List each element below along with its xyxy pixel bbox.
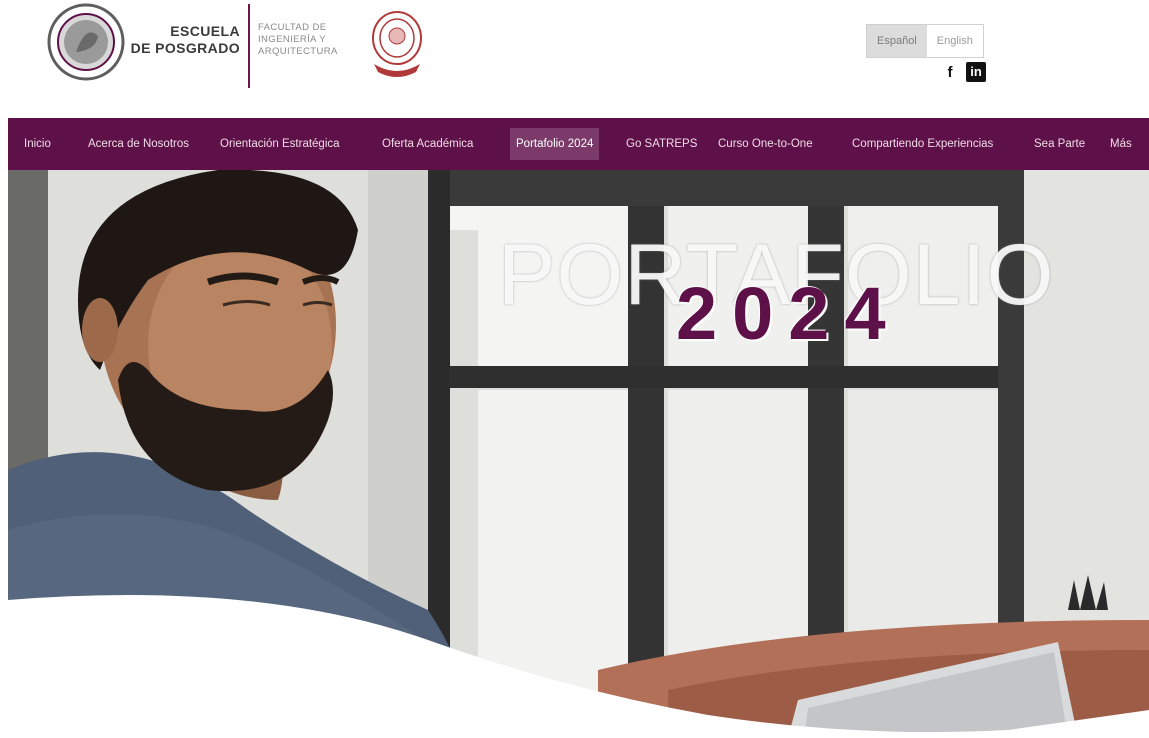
faculty-line-3: ARQUITECTURA [258,46,338,57]
hero-year: 2024 [676,272,901,355]
escuela-posgrado-seal-logo[interactable] [46,2,126,82]
nav-item-mas[interactable]: Más [1104,128,1138,160]
hero-banner: PORTAFOLIO 2024 [8,170,1149,738]
nav-item-sea-parte[interactable]: Sea Parte [1028,128,1091,160]
linkedin-icon[interactable]: in [966,62,986,82]
main-navigation: Inicio Acerca de Nosotros Orientación Es… [8,118,1149,170]
nav-item-inicio[interactable]: Inicio [18,128,57,160]
faculty-line-1: FACULTAD DE [258,22,327,33]
site-header: ESCUELA DE POSGRADO FACULTAD DE INGENIER… [0,0,1149,118]
university-crest-logo[interactable] [366,8,428,80]
language-switcher: Español English [866,24,984,58]
nav-item-portafolio[interactable]: Portafolio 2024 [510,128,600,160]
nav-item-one-to-one[interactable]: Curso One-to-One [712,128,819,160]
lang-english-button[interactable]: English [927,25,983,57]
nav-item-orientacion[interactable]: Orientación Estratégica [214,128,346,160]
nav-item-compartiendo[interactable]: Compartiendo Experiencias [846,128,999,160]
brand-line-2: DE POSGRADO [130,40,240,56]
faculty-name: FACULTAD DE INGENIERÍA Y ARQUITECTURA [258,22,338,58]
nav-item-acerca[interactable]: Acerca de Nosotros [82,128,195,160]
lang-espanol-button[interactable]: Español [867,25,927,57]
facebook-icon[interactable]: f [944,64,956,81]
nav-item-oferta[interactable]: Oferta Académica [376,128,479,160]
brand-divider [248,4,250,88]
brand-name[interactable]: ESCUELA DE POSGRADO [128,23,240,57]
nav-item-go-satreps[interactable]: Go SATREPS [620,128,703,160]
social-links: f in [944,62,986,82]
faculty-line-2: INGENIERÍA Y [258,34,326,45]
brand-line-1: ESCUELA [170,23,240,39]
